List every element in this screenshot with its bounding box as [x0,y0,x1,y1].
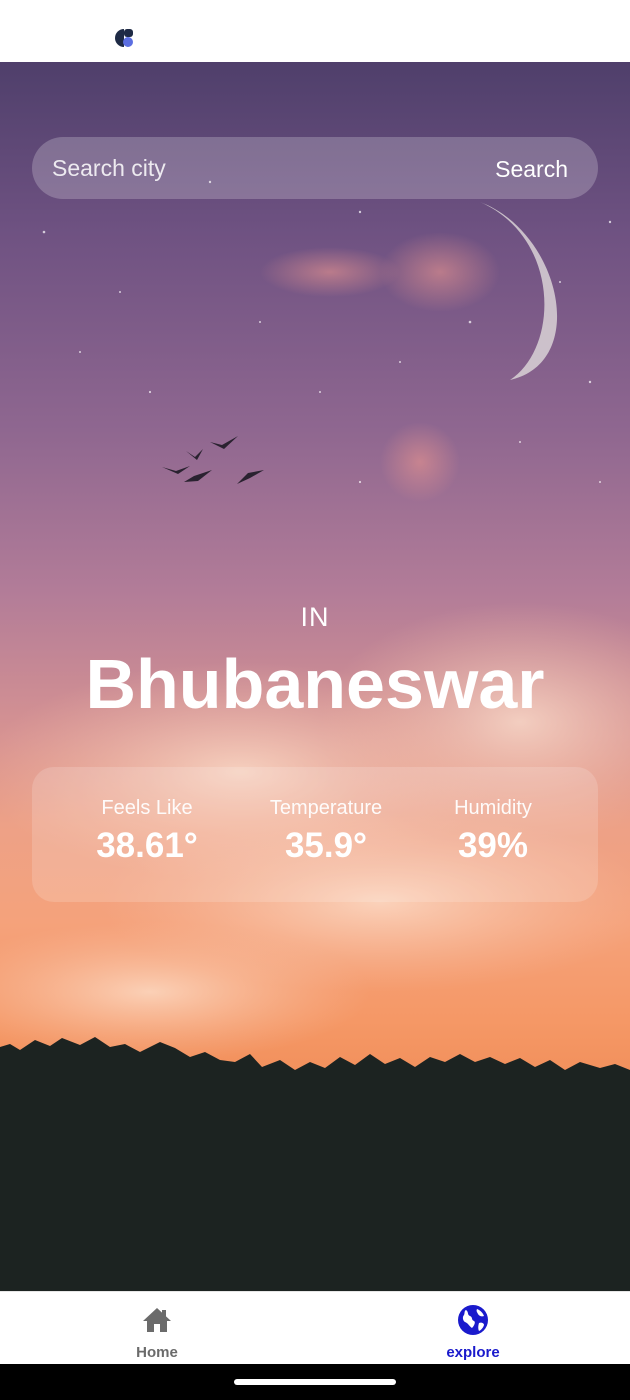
nav-item-explore[interactable]: explore [393,1292,553,1365]
bottom-navigation: Home explore [0,1291,630,1364]
nav-label-home: Home [136,1344,178,1361]
search-button[interactable]: Search [485,149,578,189]
nav-label-explore: explore [446,1344,500,1361]
status-bar [0,0,630,62]
country-code: IN [300,602,330,632]
globe-icon [458,1305,488,1335]
weather-stats-card: Feels Like 38.61° Temperature 35.9° Humi… [32,767,598,902]
search-bar: Search [32,137,598,199]
stat-label: Humidity [454,797,532,819]
stat-feels-like: Feels Like 38.61° [47,797,247,866]
stat-value: 38.61° [96,826,198,865]
city-name: Bhubaneswar [85,645,545,723]
app-notification-icon [115,29,133,47]
stat-label: Feels Like [101,797,193,819]
stat-humidity: Humidity 39% [393,797,593,866]
system-navigation-bar [0,1364,630,1400]
nav-item-home[interactable]: Home [77,1292,237,1365]
search-input[interactable] [52,137,472,199]
weather-background: Search IN Bhubaneswar Feels Like 38.61° … [0,62,630,1291]
home-icon [143,1308,171,1332]
stat-value: 39% [457,826,529,865]
home-indicator[interactable] [234,1379,396,1385]
